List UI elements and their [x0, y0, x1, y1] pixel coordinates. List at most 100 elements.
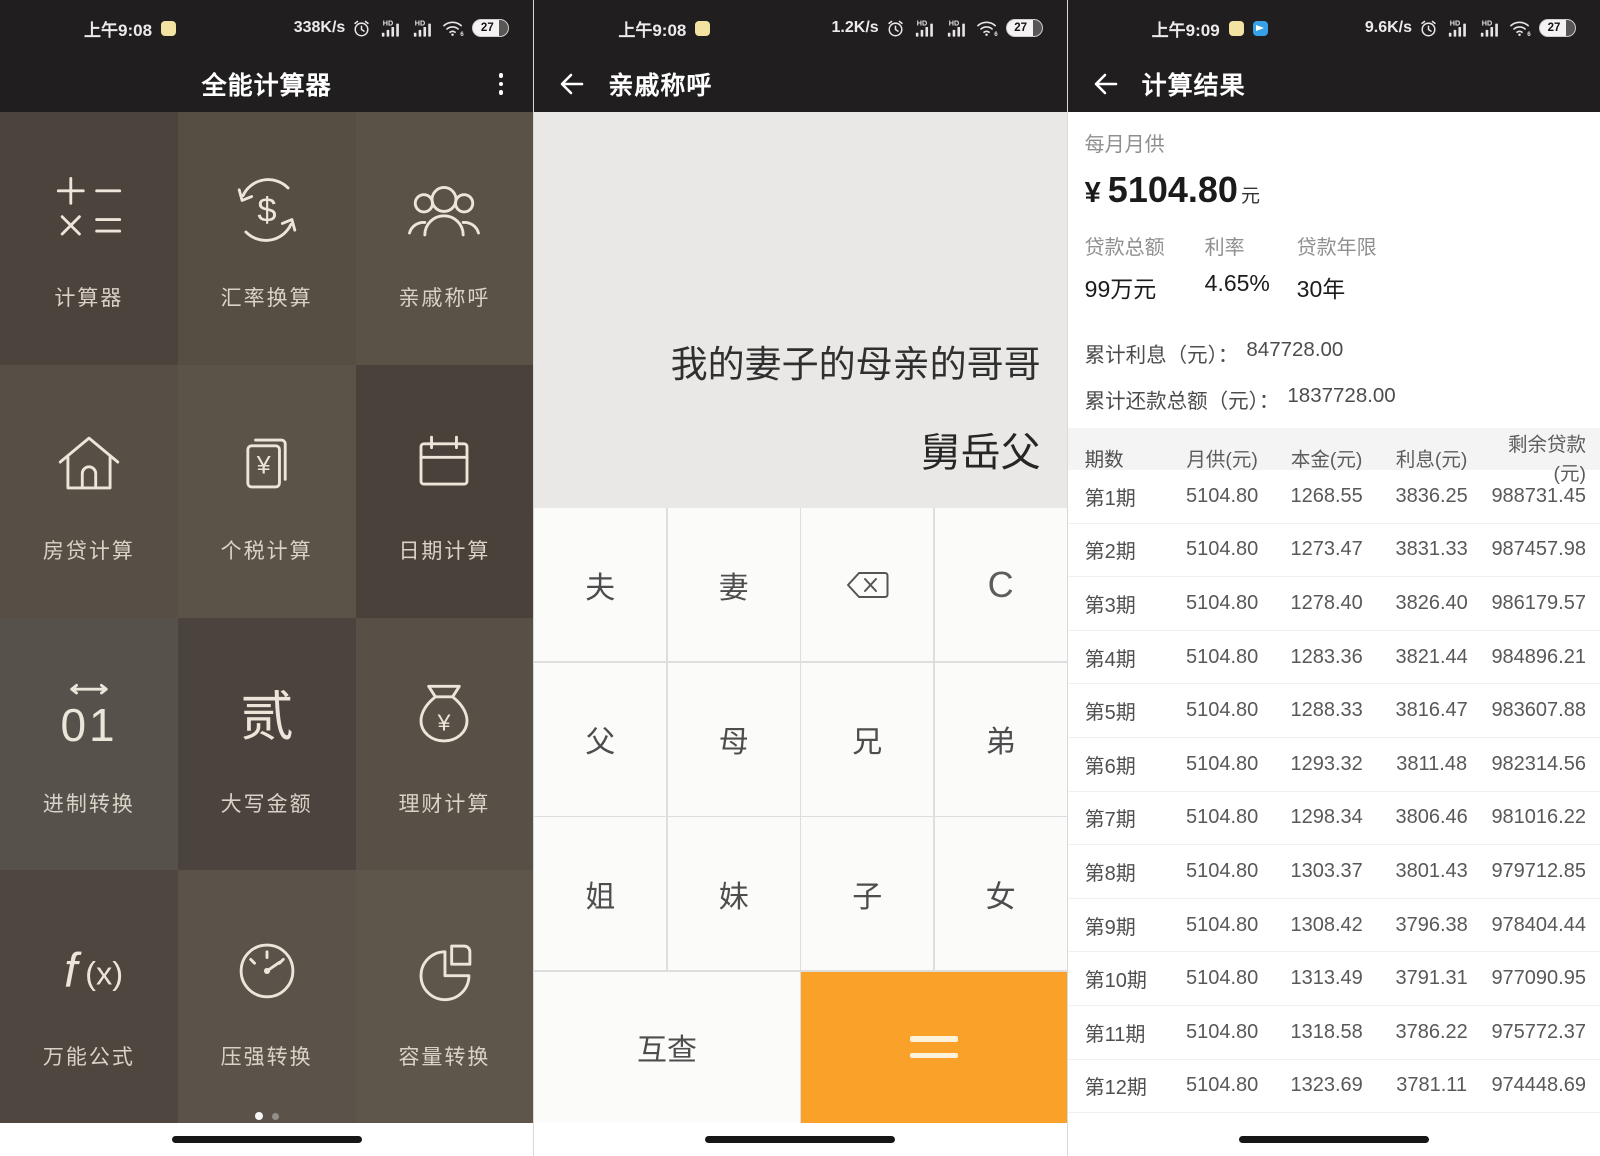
table-cell: 3831.33: [1380, 538, 1484, 561]
table-cell: 1303.37: [1274, 860, 1380, 883]
home-indicator[interactable]: [1239, 1136, 1429, 1143]
wifi-icon: 6: [1509, 19, 1532, 37]
table-cell: 988731.45: [1484, 485, 1590, 508]
table-cell: 5104.80: [1171, 1074, 1274, 1097]
notification-app-icon: [161, 21, 176, 36]
home-indicator[interactable]: [705, 1136, 895, 1143]
formula-icon: f(x): [43, 923, 135, 1015]
tool-label: 理财计算: [398, 788, 490, 818]
tool-label: 大写金额: [221, 788, 313, 818]
svg-text:(x): (x): [85, 955, 123, 991]
table-cell: 第5期: [1085, 696, 1171, 725]
monthly-payment-value: 5104.80: [1108, 169, 1238, 211]
key-elder-brother[interactable]: 兄: [801, 663, 933, 816]
table-row: 第9期5104.801308.423796.38978404.44: [1068, 899, 1600, 953]
tool-item-pressure-convert[interactable]: 压强转换: [178, 870, 356, 1123]
table-row: 第4期5104.801283.363821.44984896.21: [1068, 631, 1600, 685]
table-cell: 3811.48: [1380, 753, 1484, 776]
key-elder-sister[interactable]: 姐: [534, 817, 666, 970]
table-cell: 987457.98: [1484, 538, 1590, 561]
tool-label: 房贷计算: [43, 535, 135, 565]
table-cell: 第3期: [1085, 589, 1171, 618]
column-header: 利息(元): [1380, 443, 1484, 472]
key-husband[interactable]: 夫: [534, 508, 666, 661]
key-backspace[interactable]: [801, 508, 933, 661]
alarm-icon: [1419, 19, 1438, 38]
alarm-icon: [352, 19, 371, 38]
tool-item-formula[interactable]: f(x) 万能公式: [0, 870, 178, 1123]
signal-sim1-icon: HD: [1445, 18, 1470, 38]
total-repayment-value: 1837728.00: [1287, 384, 1395, 414]
column-header: 剩余贷款(元): [1484, 428, 1590, 486]
tool-item-uppercase-amount[interactable]: 贰大写金额: [178, 618, 356, 871]
key-equals[interactable]: [801, 972, 1066, 1124]
table-cell: 第10期: [1085, 964, 1171, 993]
table-cell: 1298.34: [1274, 806, 1380, 829]
back-arrow-icon[interactable]: [1090, 69, 1120, 99]
column-header: 期数: [1085, 443, 1171, 472]
tool-item-mortgage-calc[interactable]: 房贷计算: [0, 365, 178, 618]
key-mutual-lookup[interactable]: 互查: [534, 972, 799, 1124]
key-daughter[interactable]: 女: [935, 817, 1067, 970]
key-wife[interactable]: 妻: [668, 508, 800, 661]
svg-text:$: $: [257, 192, 276, 230]
svg-text:f: f: [64, 944, 82, 997]
column-header: 月供(元): [1171, 443, 1274, 472]
loan-summary: 每月月供 ¥ 5104.80 元 贷款总额 99万元 利率 4.65%: [1068, 112, 1600, 304]
tool-label: 汇率换算: [221, 282, 313, 312]
app-bar: 计算结果: [1068, 56, 1600, 112]
table-cell: 5104.80: [1171, 967, 1274, 990]
svg-text:HD: HD: [415, 19, 425, 28]
home-indicator[interactable]: [172, 1136, 362, 1143]
wifi-icon: 6: [442, 19, 465, 37]
key-clear[interactable]: C: [935, 508, 1067, 661]
tool-item-kinship-titles[interactable]: 亲戚称呼: [356, 112, 534, 365]
key-younger-brother[interactable]: 弟: [935, 663, 1067, 816]
tool-item-currency-exchange[interactable]: $ 汇率换算: [178, 112, 356, 365]
more-menu-icon[interactable]: [499, 73, 504, 95]
tool-item-capacity-convert[interactable]: 容量转换: [356, 870, 534, 1123]
table-cell: 1308.42: [1274, 914, 1380, 937]
tool-item-calculator[interactable]: 计算器: [0, 112, 178, 365]
table-cell: 977090.95: [1484, 967, 1590, 990]
tool-item-income-tax-calc[interactable]: ¥个税计算: [178, 365, 356, 618]
table-cell: 第12期: [1085, 1071, 1171, 1100]
kinship-result: 舅岳父: [921, 420, 1041, 478]
table-cell: 3791.31: [1380, 967, 1484, 990]
page-title: 全能计算器: [202, 66, 332, 102]
key-mother[interactable]: 母: [668, 663, 800, 816]
table-cell: 1273.47: [1274, 538, 1380, 561]
table-row: 第6期5104.801293.323811.48982314.56: [1068, 738, 1600, 792]
table-cell: 5104.80: [1171, 1021, 1274, 1044]
back-arrow-icon[interactable]: [556, 69, 586, 99]
key-father[interactable]: 父: [534, 663, 666, 816]
tool-item-radix-convert[interactable]: 01进制转换: [0, 618, 178, 871]
key-younger-sister[interactable]: 妹: [668, 817, 800, 970]
status-bar: 上午9:08 1.2K/s HD HD 6 27: [534, 0, 1066, 56]
svg-text:¥: ¥: [255, 452, 270, 480]
table-cell: 986179.57: [1484, 592, 1590, 615]
table-cell: 3786.22: [1380, 1021, 1484, 1044]
tool-label: 亲戚称呼: [398, 282, 490, 312]
table-cell: 5104.80: [1171, 860, 1274, 883]
rate-value: 4.65%: [1205, 270, 1297, 297]
table-row: 第12期5104.801323.693781.11974448.69: [1068, 1060, 1600, 1114]
total-interest-label: 累计利息（元）：: [1085, 338, 1239, 368]
table-row: 第5期5104.801288.333816.47983607.88: [1068, 684, 1600, 738]
currency-exchange-icon: $: [221, 164, 313, 256]
page-dot-active: [255, 1112, 263, 1120]
kinship-display: 我的妻子的母亲的哥哥 舅岳父: [534, 112, 1066, 508]
tool-item-finance-calc[interactable]: ¥理财计算: [356, 618, 534, 871]
svg-text:贰: 贰: [240, 687, 294, 747]
svg-text:HD: HD: [948, 19, 958, 28]
tool-item-date-calc[interactable]: 日期计算: [356, 365, 534, 618]
capacity-convert-icon: [398, 923, 490, 1015]
page-title: 亲戚称呼: [608, 66, 712, 102]
key-son[interactable]: 子: [801, 817, 933, 970]
table-cell: 1323.69: [1274, 1074, 1380, 1097]
amortization-table: 期数月供(元)本金(元)利息(元)剩余贷款(元) 第1期5104.801268.…: [1068, 428, 1600, 1123]
kinship-keypad: 夫妻C 父母兄弟姐妹子女互查: [534, 508, 1066, 1123]
monthly-payment-amount: ¥ 5104.80 元: [1085, 169, 1583, 211]
tool-label: 万能公式: [43, 1041, 135, 1071]
alarm-icon: [886, 19, 905, 38]
